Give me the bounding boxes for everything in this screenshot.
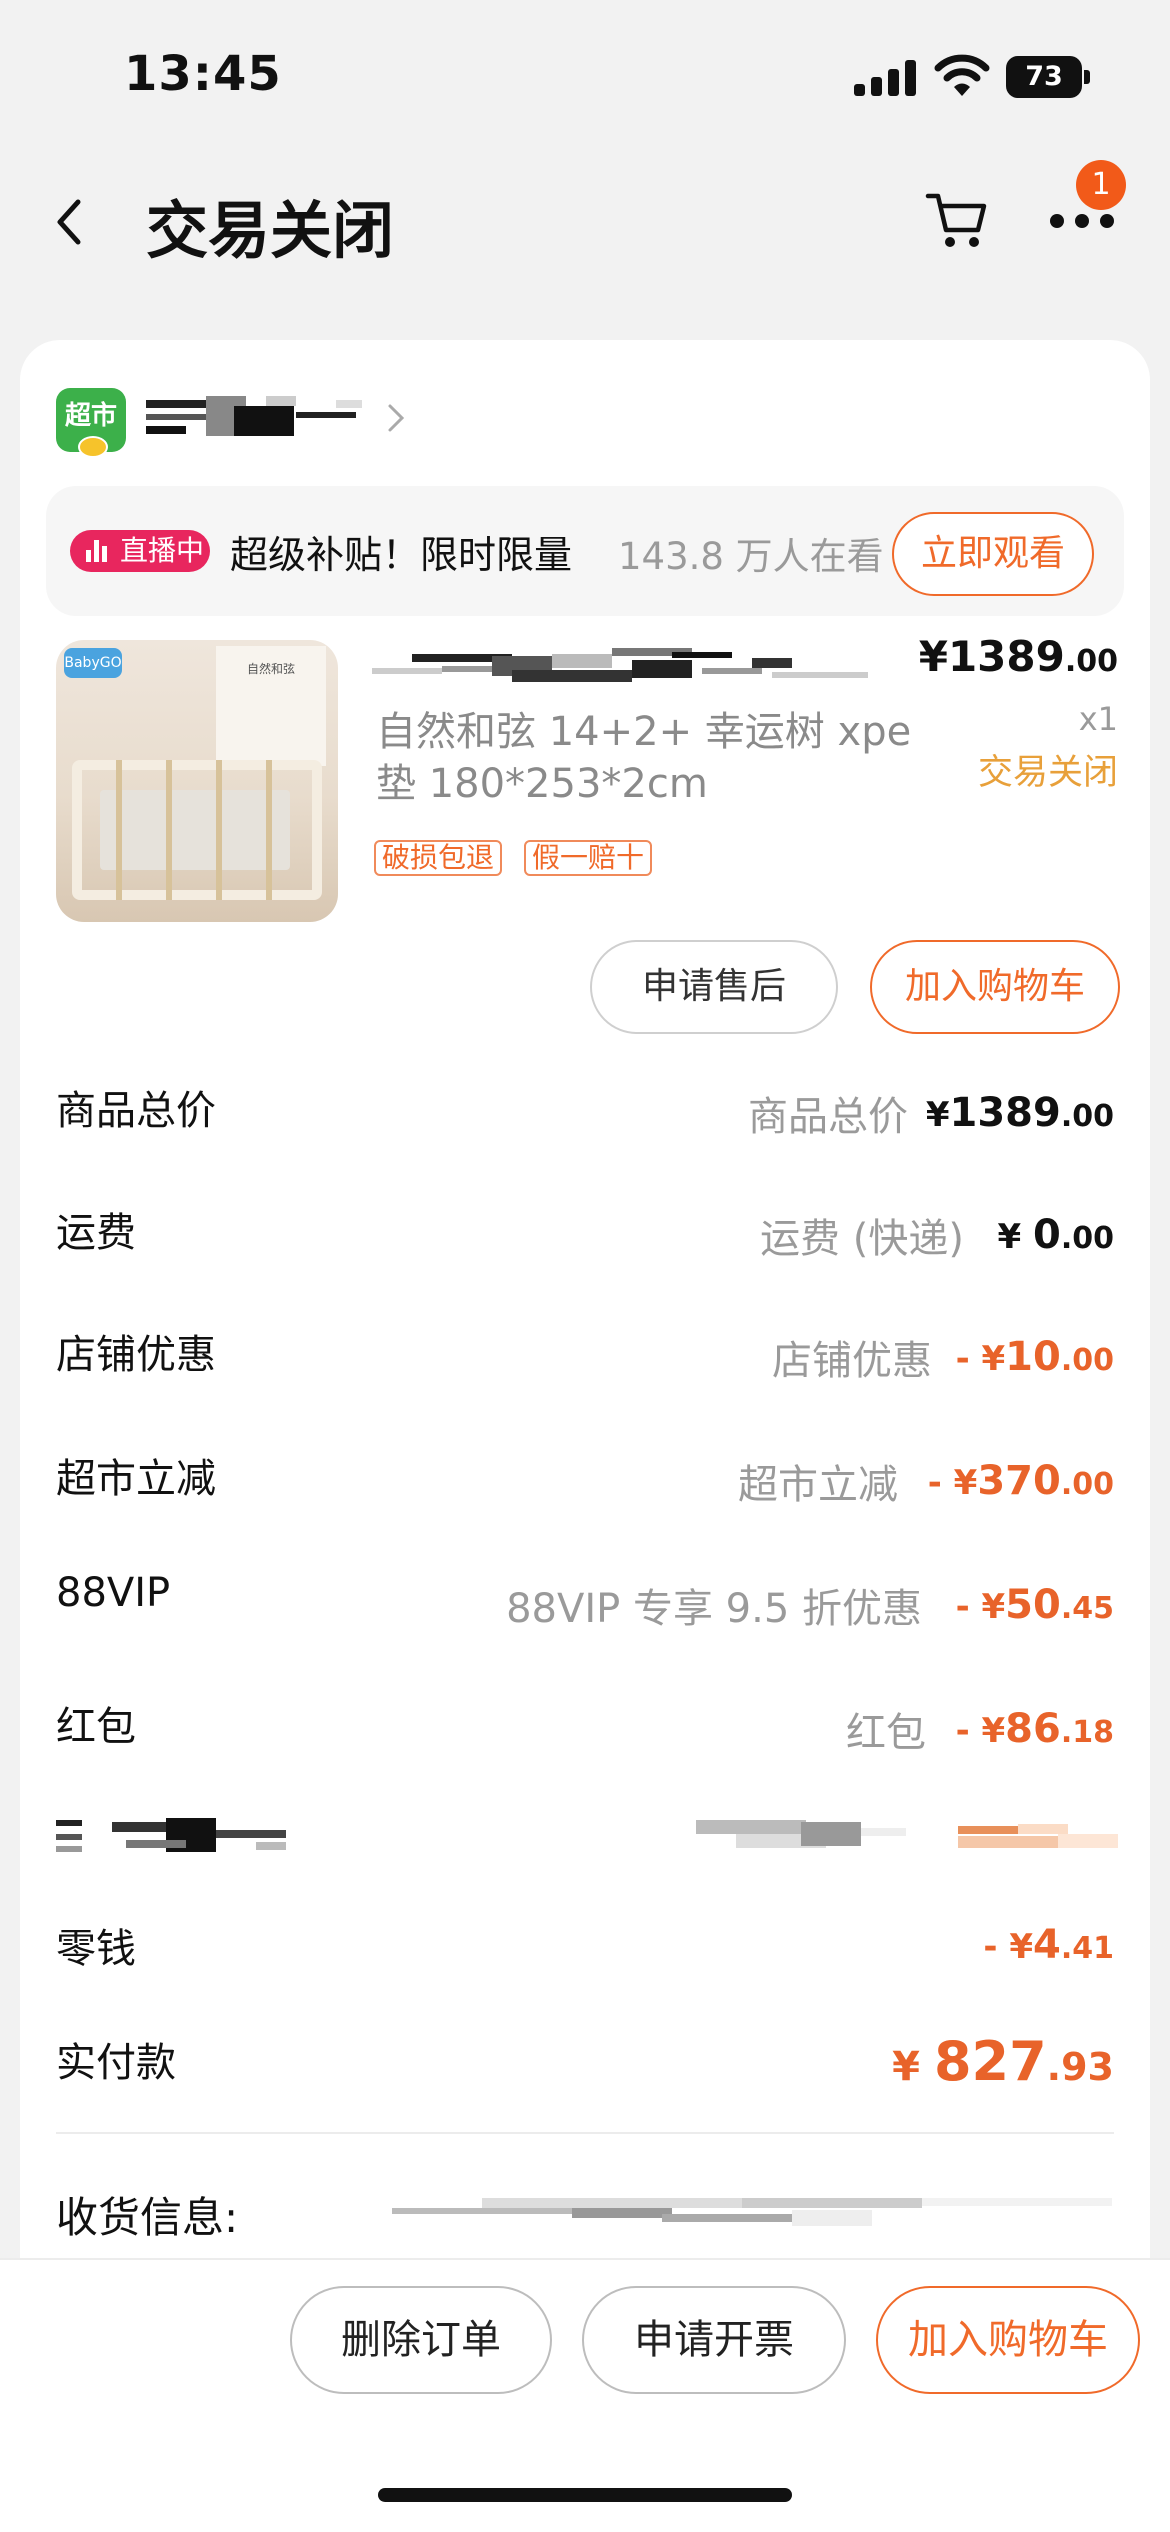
paid-value: ¥ 827.93 xyxy=(892,2030,1114,2093)
shop-discount-label: 店铺优惠 xyxy=(56,1332,216,1378)
vip-value: - ¥50.45 xyxy=(955,1582,1114,1628)
product-description[interactable]: 自然和弦 14+2+ 幸运树 xpe 垫 180*253*2cm xyxy=(376,706,936,810)
vip-label: 88VIP xyxy=(56,1570,171,1616)
change-value: - ¥4.41 xyxy=(983,1922,1114,1968)
live-promo-text: 超级补贴！限时限量 xyxy=(230,533,573,577)
wifi-icon xyxy=(934,54,990,96)
more-icon[interactable] xyxy=(1050,210,1114,234)
request-invoice-button[interactable]: 申请开票 xyxy=(582,2286,846,2394)
total-sub: 商品总价 xyxy=(748,1094,908,1140)
live-viewers: 143.8 万人在看 xyxy=(618,535,884,578)
watch-now-button[interactable]: 立即观看 xyxy=(892,512,1094,596)
shop-discount-sub: 店铺优惠 xyxy=(772,1338,932,1384)
shop-name-redacted[interactable] xyxy=(146,396,362,440)
brand-logo: BabyGO xyxy=(64,648,122,678)
product-price: ¥1389.00 xyxy=(918,632,1118,681)
total-label: 商品总价 xyxy=(56,1088,216,1134)
status-time: 13:45 xyxy=(124,46,282,102)
tag-genuine-guarantee: 假一赔十 xyxy=(524,840,653,876)
redpacket-sub: 红包 xyxy=(846,1710,926,1756)
shipping-label: 运费 xyxy=(56,1210,136,1256)
product-image[interactable]: BabyGO 自然和弦 xyxy=(56,640,338,922)
back-icon[interactable] xyxy=(48,190,92,254)
home-indicator[interactable] xyxy=(378,2488,792,2502)
change-label: 零钱 xyxy=(56,1926,136,1972)
redacted-row-value xyxy=(958,1824,1118,1848)
live-bars-icon xyxy=(86,540,110,562)
bottom-add-to-cart-button[interactable]: 加入购物车 xyxy=(876,2286,1140,2394)
delete-order-button[interactable]: 删除订单 xyxy=(290,2286,552,2394)
paid-label: 实付款 xyxy=(56,2040,176,2086)
total-value: ¥1389.00 xyxy=(925,1090,1114,1136)
address-label: 收货信息: xyxy=(56,2193,239,2242)
redpacket-label: 红包 xyxy=(56,1704,136,1750)
page-title: 交易关闭 xyxy=(146,194,395,267)
shop-discount-value: - ¥10.00 xyxy=(955,1334,1114,1380)
cart-icon[interactable] xyxy=(922,186,992,252)
divider xyxy=(56,2132,1114,2134)
add-to-cart-button[interactable]: 加入购物车 xyxy=(870,940,1120,1034)
product-status: 交易关闭 xyxy=(977,753,1118,793)
redacted-row-label xyxy=(56,1818,286,1852)
address-redacted xyxy=(392,2198,1112,2226)
tag-damage-return: 破损包退 xyxy=(374,840,503,876)
live-badge-label: 直播中 xyxy=(120,534,205,567)
redpacket-value: - ¥86.18 xyxy=(955,1706,1114,1752)
chevron-right-icon[interactable] xyxy=(384,398,408,438)
live-badge: 直播中 xyxy=(70,530,210,572)
market-discount-value: - ¥370.00 xyxy=(927,1458,1114,1504)
product-title-redacted xyxy=(372,648,868,682)
notification-badge: 1 xyxy=(1076,160,1126,210)
after-sale-button[interactable]: 申请售后 xyxy=(590,940,838,1034)
market-discount-sub: 超市立减 xyxy=(738,1462,898,1508)
product-quantity: x1 xyxy=(1078,700,1118,738)
redacted-row-sub xyxy=(696,1820,906,1848)
market-logo: 超市 xyxy=(56,388,126,458)
product-image-sign: 自然和弦 xyxy=(216,646,326,766)
shipping-sub: 运费 (快递) xyxy=(760,1216,964,1262)
vip-sub: 88VIP 专享 9.5 折优惠 xyxy=(506,1586,922,1632)
battery-icon: 73 xyxy=(1006,56,1090,98)
cellular-signal-icon xyxy=(854,60,916,96)
battery-level: 73 xyxy=(1006,56,1082,98)
market-discount-label: 超市立减 xyxy=(56,1456,216,1502)
shipping-value: ¥ 0.00 xyxy=(997,1212,1115,1258)
